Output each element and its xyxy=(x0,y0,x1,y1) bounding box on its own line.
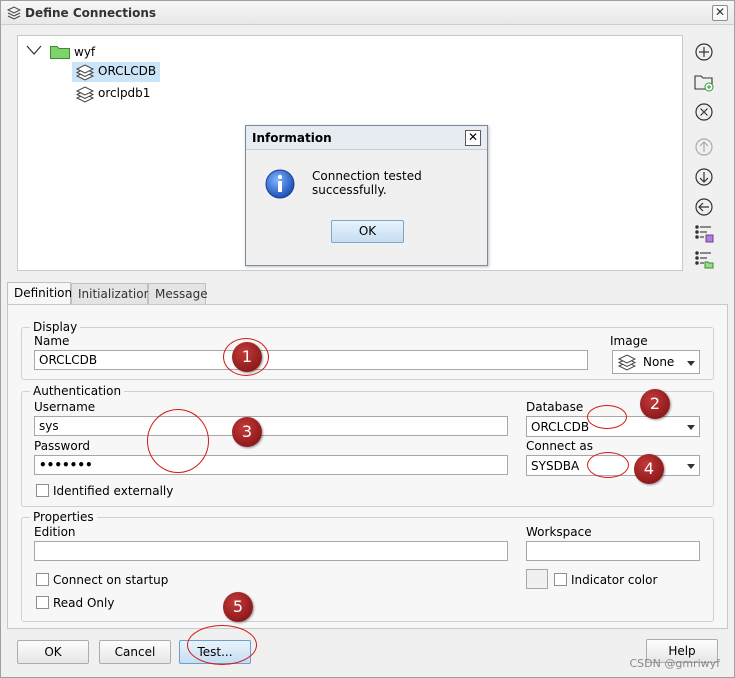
save-list-icon[interactable] xyxy=(693,223,715,245)
password-label: Password xyxy=(34,439,91,453)
move-up-icon[interactable] xyxy=(693,136,715,158)
database-stack-icon xyxy=(617,354,637,371)
edition-field[interactable] xyxy=(34,541,508,561)
cancel-button[interactable]: Cancel xyxy=(99,640,171,664)
annotation-ring-4 xyxy=(587,452,629,478)
indicator-color-label: Indicator color xyxy=(571,573,658,587)
annotation-badge-2: 2 xyxy=(640,389,670,419)
indicator-color-swatch[interactable] xyxy=(526,569,548,589)
annotation-badge-3: 3 xyxy=(232,417,262,447)
display-legend: Display xyxy=(30,320,81,334)
annotation-ring-2 xyxy=(587,405,627,429)
remove-icon[interactable] xyxy=(693,101,715,123)
annotation-ring-5 xyxy=(187,625,257,665)
workspace-label: Workspace xyxy=(526,525,592,539)
dialog-close-button[interactable]: ✕ xyxy=(465,130,481,146)
connect-as-label: Connect as xyxy=(526,439,594,453)
tree-node-label: orclpdb1 xyxy=(98,86,151,100)
database-select-value: ORCLCDB xyxy=(531,420,590,434)
annotation-badge-4: 4 xyxy=(634,454,664,484)
properties-group: Properties xyxy=(21,510,714,622)
authentication-legend: Authentication xyxy=(30,384,125,398)
add-icon[interactable] xyxy=(693,41,715,63)
chevron-down-icon xyxy=(687,425,695,430)
tree-folder-label: wyf xyxy=(74,45,96,59)
workspace-field[interactable] xyxy=(526,541,700,561)
back-icon[interactable] xyxy=(693,196,715,218)
name-label: Name xyxy=(34,334,70,348)
ok-button[interactable]: OK xyxy=(17,640,89,664)
image-select[interactable]: None xyxy=(612,350,700,374)
connect-as-select-value: SYSDBA xyxy=(531,459,580,473)
watermark: CSDN @gmriwyf xyxy=(629,657,720,670)
tree-folder-row[interactable]: wyf xyxy=(18,40,218,60)
connect-on-startup-checkbox[interactable] xyxy=(36,573,49,586)
new-folder-icon[interactable] xyxy=(693,71,715,93)
tab-definition[interactable]: Definition xyxy=(7,282,72,305)
edition-label: Edition xyxy=(34,525,76,539)
tab-message[interactable]: Message xyxy=(148,283,208,304)
folder-icon xyxy=(50,44,70,59)
tree-node-orclcdb[interactable]: ORCLCDB xyxy=(72,62,161,82)
image-select-value: None xyxy=(643,355,675,369)
annotation-badge-5: 5 xyxy=(223,592,253,622)
tab-initialization[interactable]: Initialization xyxy=(71,283,151,304)
name-field[interactable]: ORCLCDB xyxy=(34,350,588,370)
read-only-label: Read Only xyxy=(53,596,115,610)
username-label: Username xyxy=(34,400,96,414)
dialog-title-bar: Information ✕ xyxy=(246,126,487,150)
annotation-ring-3 xyxy=(147,409,209,473)
properties-legend: Properties xyxy=(30,510,97,524)
identified-externally-checkbox[interactable] xyxy=(36,484,49,497)
chevron-down-icon xyxy=(687,361,695,366)
connect-on-startup-label: Connect on startup xyxy=(53,573,169,587)
read-only-checkbox[interactable] xyxy=(36,596,49,609)
image-label: Image xyxy=(610,334,648,348)
chevron-down-icon[interactable] xyxy=(26,44,42,56)
password-field[interactable]: ••••••• xyxy=(34,455,508,475)
tree-node-orclpdb1[interactable]: orclpdb1 xyxy=(72,84,154,104)
username-field[interactable]: sys xyxy=(34,416,508,436)
move-down-icon[interactable] xyxy=(693,166,715,188)
window-title: Define Connections xyxy=(25,6,157,20)
identified-externally-label: Identified externally xyxy=(53,484,174,498)
annotation-badge-1: 1 xyxy=(232,342,262,372)
dialog-title: Information xyxy=(252,131,332,145)
information-dialog: Information ✕ Connection tested successf… xyxy=(245,125,488,266)
info-icon xyxy=(264,168,296,200)
define-connections-window: Define Connections ✕ wyf ORCLCDB orclpdb… xyxy=(0,0,735,678)
indicator-color-checkbox[interactable] xyxy=(554,573,567,586)
database-stack-icon xyxy=(75,64,95,81)
list-folder-icon[interactable] xyxy=(693,249,715,271)
dialog-message: Connection tested successfully. xyxy=(312,169,422,197)
window-close-button[interactable]: ✕ xyxy=(712,5,728,21)
database-stack-icon xyxy=(6,6,22,20)
dialog-ok-button[interactable]: OK xyxy=(331,220,404,243)
database-label: Database xyxy=(526,400,584,414)
tree-node-label: ORCLCDB xyxy=(98,64,157,78)
database-stack-icon xyxy=(75,86,95,103)
chevron-down-icon xyxy=(687,464,695,469)
title-bar: Define Connections ✕ xyxy=(1,1,734,25)
